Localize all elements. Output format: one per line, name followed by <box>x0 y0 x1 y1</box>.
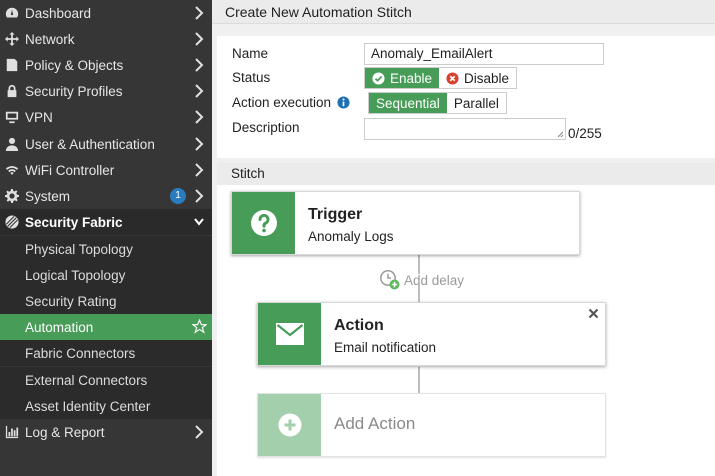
chevron-right-icon <box>194 110 204 124</box>
chevron-right-icon <box>194 189 204 203</box>
envelope-icon <box>275 323 304 345</box>
plus-circle-icon <box>278 413 301 437</box>
check-circle-icon <box>372 71 385 85</box>
fabric-icon <box>4 214 20 230</box>
execution-parallel-option[interactable]: Parallel <box>446 93 506 113</box>
sidebar-item-external-connectors[interactable]: External Connectors <box>0 367 212 393</box>
sidebar-item-label: Log & Report <box>25 424 105 440</box>
x-circle-icon <box>446 71 459 85</box>
stitch-canvas: Trigger Anomaly Logs Add delay Action Em… <box>217 185 715 476</box>
add-action-side <box>258 394 321 456</box>
action-execution-toggle: Sequential Parallel <box>368 92 507 114</box>
add-action-card[interactable]: Add Action <box>257 393 606 457</box>
sidebar-item-label: User & Authentication <box>25 136 155 152</box>
chevron-right-icon <box>194 137 204 151</box>
chevron-right-icon <box>194 6 204 20</box>
chevron-right-icon <box>194 84 204 98</box>
status-disable-label: Disable <box>464 70 510 86</box>
action-subtitle: Email notification <box>334 340 437 355</box>
chevron-right-icon <box>194 32 204 46</box>
sidebar-item-label: Security Profiles <box>25 83 123 99</box>
sidebar-item-logical-topology[interactable]: Logical Topology <box>0 262 212 288</box>
lock-icon <box>4 83 20 99</box>
status-enable-option[interactable]: Enable <box>365 68 440 88</box>
sidebar-item-label: Network <box>25 31 75 47</box>
name-input[interactable]: Anomaly_EmailAlert <box>364 43 604 65</box>
description-textarea[interactable] <box>364 118 566 140</box>
sidebar-item-fabric-connectors[interactable]: Fabric Connectors <box>0 340 212 366</box>
sidebar-item-label: WiFi Controller <box>25 162 115 178</box>
sidebar-item-automation[interactable]: Automation <box>0 314 212 340</box>
sidebar: Dashboard Network Policy & Objects Secur… <box>0 0 212 476</box>
sidebar-item-label: Automation <box>25 319 94 335</box>
chart-icon <box>4 424 20 440</box>
chevron-right-icon <box>194 163 204 177</box>
network-icon <box>4 31 20 47</box>
description-label: Description <box>232 120 300 135</box>
notification-badge: 1 <box>170 188 186 204</box>
clock-add-icon <box>380 270 400 290</box>
action-execution-label: Action execution <box>232 95 332 110</box>
page-title: Create New Automation Stitch <box>212 0 715 24</box>
trigger-title: Trigger <box>308 206 363 223</box>
sidebar-item-label: System <box>25 188 71 204</box>
sidebar-item-dashboard[interactable]: Dashboard <box>0 0 212 26</box>
sidebar-item-user-authentication[interactable]: User & Authentication <box>0 131 212 157</box>
sidebar-item-security-rating[interactable]: Security Rating <box>0 288 212 314</box>
description-char-count: 0/255 <box>568 126 602 141</box>
add-delay-button[interactable]: Add delay <box>379 269 464 291</box>
resize-handle-icon[interactable] <box>557 131 564 138</box>
sidebar-item-log-report[interactable]: Log & Report <box>0 419 212 445</box>
status-label: Status <box>232 70 271 85</box>
action-title: Action <box>334 317 384 334</box>
sidebar-item-security-profiles[interactable]: Security Profiles <box>0 78 212 104</box>
stitch-section-header: Stitch <box>217 163 715 185</box>
sidebar-item-wifi-controller[interactable]: WiFi Controller <box>0 157 212 183</box>
user-icon <box>4 136 20 152</box>
info-icon[interactable] <box>337 96 350 109</box>
action-side <box>258 303 321 365</box>
star-icon[interactable] <box>191 318 208 334</box>
sidebar-item-policy-objects[interactable]: Policy & Objects <box>0 52 212 78</box>
status-enable-label: Enable <box>390 70 433 86</box>
gear-icon <box>4 188 20 204</box>
policy-icon <box>4 57 20 73</box>
sidebar-item-asset-identity-center[interactable]: Asset Identity Center <box>0 393 212 419</box>
add-action-label: Add Action <box>334 414 416 433</box>
dashboard-icon <box>4 5 20 21</box>
trigger-card[interactable]: Trigger Anomaly Logs <box>231 191 580 255</box>
execution-sequential-option[interactable]: Sequential <box>369 93 447 113</box>
sidebar-item-label: Security Fabric <box>25 214 123 230</box>
action-card[interactable]: Action Email notification <box>257 302 606 366</box>
wifi-icon <box>4 162 20 178</box>
status-disable-option[interactable]: Disable <box>439 68 517 88</box>
sidebar-item-label: Policy & Objects <box>25 57 124 73</box>
add-delay-label: Add delay <box>404 272 465 288</box>
sidebar-item-label: Dashboard <box>25 5 92 21</box>
status-toggle: Enable Disable <box>364 67 518 89</box>
sidebar-item-network[interactable]: Network <box>0 26 212 52</box>
sidebar-item-vpn[interactable]: VPN <box>0 104 212 130</box>
chevron-down-icon <box>194 215 204 229</box>
name-label: Name <box>232 46 269 61</box>
stitch-form: Name Anomaly_EmailAlert Status Enable Di… <box>217 36 715 158</box>
chevron-right-icon <box>194 425 204 439</box>
sidebar-item-security-fabric[interactable]: Security Fabric <box>0 209 212 235</box>
sidebar-item-label: VPN <box>25 109 53 125</box>
close-icon[interactable] <box>588 308 599 319</box>
question-circle-icon <box>250 210 277 236</box>
trigger-subtitle: Anomaly Logs <box>308 229 394 244</box>
sidebar-item-physical-topology[interactable]: Physical Topology <box>0 236 212 262</box>
main-content: Create New Automation Stitch Name Anomal… <box>212 0 715 476</box>
sidebar-item-system[interactable]: System 1 <box>0 183 212 209</box>
trigger-side <box>232 192 295 254</box>
monitor-icon <box>4 109 20 125</box>
connector-line <box>418 367 420 393</box>
chevron-right-icon <box>194 58 204 72</box>
